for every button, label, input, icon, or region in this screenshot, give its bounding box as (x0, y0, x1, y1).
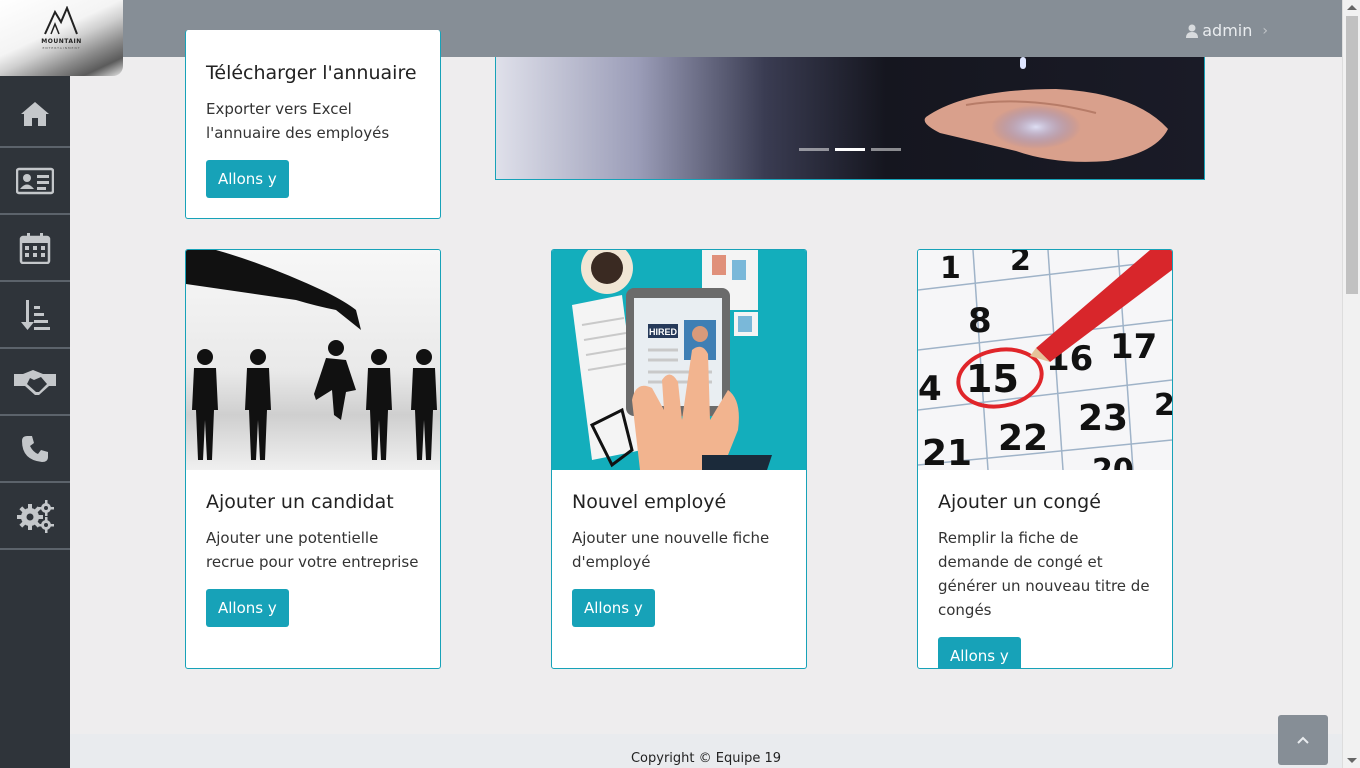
sidebar-item-handshake[interactable] (0, 350, 70, 416)
mountain-logo-icon (44, 6, 78, 35)
new-employee-go-button[interactable]: Allons y (572, 589, 655, 627)
card-text: Ajouter une potentielle recrue pour votr… (206, 529, 419, 571)
brand-logo[interactable]: MOUNTAIN ENTERTAINMENT (0, 0, 123, 76)
recruitment-image (186, 250, 440, 470)
calendar-number: 20 (1092, 453, 1134, 470)
calendar-number: 1 (940, 251, 961, 286)
card-text: Ajouter une nouvelle fiche d'employé (572, 529, 770, 571)
carousel-indicator[interactable] (799, 148, 829, 151)
chevron-right-icon: › (1262, 22, 1268, 39)
calendar-number: 2 (1010, 250, 1031, 278)
calendar-number: 17 (1110, 327, 1157, 367)
calendar-image: 1 2 8 15 16 17 4 23 21 22 20 24 (918, 250, 1172, 470)
leave-go-button[interactable]: Allons y (938, 637, 1021, 668)
carousel-indicator-active[interactable] (835, 148, 865, 151)
home-icon (21, 102, 49, 126)
calendar-number: 15 (966, 357, 1019, 401)
id-card-icon (16, 167, 54, 195)
calendar-icon (19, 233, 51, 264)
calendar-date-image: 1 2 8 15 16 17 4 23 21 22 20 24 (918, 250, 1172, 470)
sidebar-item-directory[interactable] (0, 149, 70, 215)
hired-tablet-image: HIRED (572, 250, 772, 470)
carousel-indicators (799, 148, 901, 151)
copyright-text: Copyright © Equipe 19 (630, 751, 782, 766)
phone-icon (22, 436, 48, 462)
carousel (495, 57, 1205, 180)
sidebar-item-home[interactable] (0, 82, 70, 148)
gears-icon (17, 500, 54, 533)
calendar-number: 21 (922, 433, 972, 470)
brand-tagline: ENTERTAINMENT (42, 46, 81, 50)
sidebar (0, 0, 70, 768)
scrollbar-thumb[interactable] (1346, 16, 1358, 294)
scroll-down-arrow-icon[interactable] (1347, 758, 1357, 763)
recruitment-silhouettes-image (186, 250, 437, 460)
user-name: admin (1202, 21, 1253, 40)
back-to-top-button[interactable] (1278, 715, 1328, 765)
carousel-slide-image (924, 57, 1168, 162)
hired-image: HIRED (552, 250, 806, 470)
user-icon (1186, 24, 1199, 38)
calendar-number: 22 (998, 418, 1048, 459)
calendar-number: 23 (1078, 398, 1128, 439)
carousel-indicator[interactable] (871, 148, 901, 151)
sidebar-item-phone[interactable] (0, 417, 70, 483)
sidebar-item-settings[interactable] (0, 484, 70, 550)
hired-label: HIRED (649, 327, 678, 337)
card-new-employee: HIRED Nouvel employé Ajouter une nouvell… (551, 249, 807, 669)
card-text: Exporter vers Excel l'annuaire des emplo… (206, 100, 390, 142)
directory-go-button[interactable]: Allons y (206, 160, 289, 198)
sort-amount-icon (21, 300, 50, 330)
calendar-number: 8 (968, 301, 992, 341)
sidebar-item-calendar[interactable] (0, 216, 70, 282)
handshake-icon (14, 370, 56, 395)
user-menu[interactable]: admin › (1186, 21, 1268, 40)
chevron-up-icon (1297, 736, 1309, 744)
candidate-go-button[interactable]: Allons y (206, 589, 289, 627)
footer: Copyright © Equipe 19 (70, 734, 1342, 768)
calendar-number: 4 (918, 369, 942, 409)
card-title: Ajouter un candidat (206, 491, 394, 513)
card-text: Remplir la fiche de demande de congé et … (938, 529, 1150, 619)
brand-name: MOUNTAIN (41, 38, 82, 45)
card-title: Ajouter un congé (938, 491, 1101, 513)
card-candidate: Ajouter un candidat Ajouter une potentie… (185, 249, 441, 669)
calendar-number: 24 (1154, 388, 1172, 423)
page-scrollbar[interactable] (1342, 0, 1360, 768)
scroll-up-arrow-icon[interactable] (1347, 5, 1357, 10)
card-directory: Télécharger l'annuaire Exporter vers Exc… (185, 30, 441, 219)
sidebar-item-sort[interactable] (0, 283, 70, 349)
card-title: Télécharger l'annuaire (206, 62, 417, 84)
card-title: Nouvel employé (572, 491, 727, 513)
card-leave: 1 2 8 15 16 17 4 23 21 22 20 24 Ajouter … (917, 249, 1173, 669)
